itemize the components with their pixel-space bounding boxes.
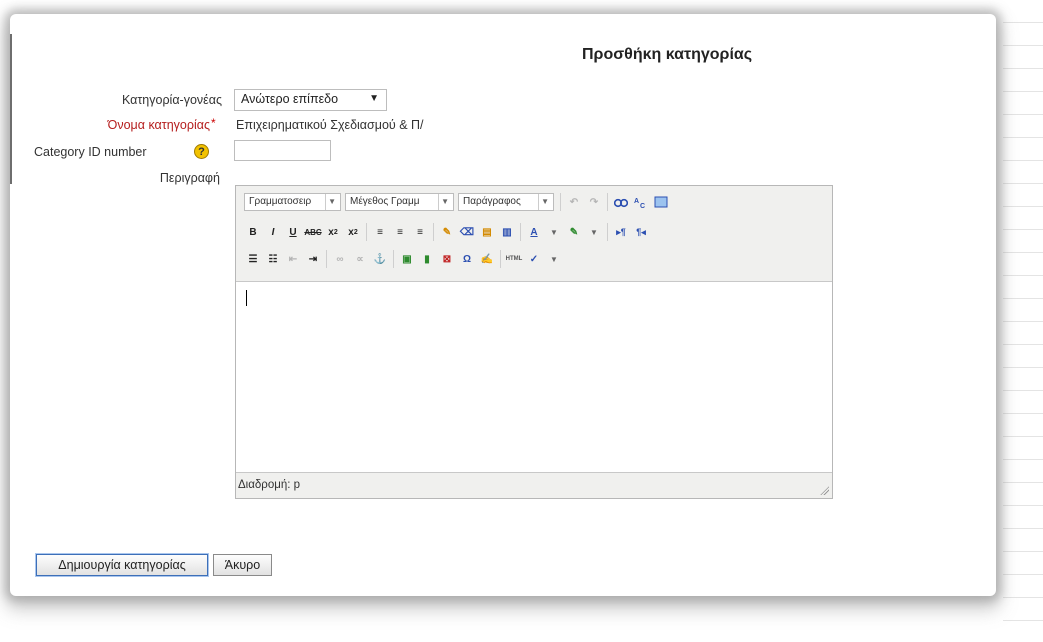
toolbar-separator (366, 223, 367, 241)
toolbar-separator (607, 193, 608, 211)
text-color-icon[interactable]: A (525, 223, 543, 241)
required-marker: * (211, 116, 216, 130)
toolbar-separator (326, 250, 327, 268)
cleanup-icon[interactable]: ✎ (438, 223, 456, 241)
numbered-list-icon[interactable]: ☷ (264, 250, 282, 268)
remove-format-icon[interactable]: ⌫ (458, 223, 476, 241)
font-family-value: Γραμματοσειρ (249, 196, 312, 207)
toolbar-separator (393, 250, 394, 268)
description-label: Περιγραφή (159, 171, 220, 185)
toolbar-separator (607, 223, 608, 241)
align-left-icon[interactable]: ≡ (371, 223, 389, 241)
subscript-icon[interactable]: x2 (324, 223, 342, 241)
toolbar-separator (433, 223, 434, 241)
create-category-button[interactable]: Δημιουργία κατηγορίας (36, 554, 208, 576)
spellcheck-icon[interactable]: ✓ (525, 250, 543, 268)
media-icon[interactable]: ▮ (418, 250, 436, 268)
chevron-down-icon: ▼ (325, 194, 336, 210)
category-idnumber-label: Category ID number (34, 145, 147, 159)
chevron-down-icon[interactable]: ▼ (545, 223, 563, 241)
anchor-icon[interactable]: ⚓ (371, 250, 389, 268)
paste-text-icon[interactable]: ▤ (478, 223, 496, 241)
indent-icon[interactable]: ⇥ (304, 250, 322, 268)
chevron-down-icon: ▼ (438, 194, 449, 210)
parent-category-label: Κατηγορία-γονέας (121, 93, 222, 107)
chevron-down-icon: ▼ (369, 93, 379, 104)
font-size-value: Μέγεθος Γραμμ (350, 196, 420, 207)
resize-grip-icon[interactable] (819, 485, 829, 495)
rich-text-editor: Γραμματοσειρ ▼ Μέγεθος Γραμμ ▼ Παράγραφος ▼… (235, 185, 833, 499)
editor-status-bar: Διαδρομή: p (236, 472, 832, 498)
background-color-icon[interactable]: ✎ (565, 223, 583, 241)
underline-icon[interactable]: U (284, 223, 302, 241)
paste-word-icon[interactable]: ▥ (498, 223, 516, 241)
cancel-button[interactable]: Άκυρο (213, 554, 272, 576)
align-center-icon[interactable]: ≡ (391, 223, 409, 241)
strikethrough-icon[interactable]: ABC (304, 223, 322, 241)
editor-content-area[interactable] (236, 282, 832, 472)
chevron-down-icon[interactable]: ▼ (545, 250, 563, 268)
undo-icon[interactable]: ↶ (565, 193, 583, 211)
text-cursor (246, 290, 247, 306)
ltr-icon[interactable]: ▸¶ (612, 223, 630, 241)
chevron-down-icon[interactable]: ▼ (585, 223, 603, 241)
font-family-select[interactable]: Γραμματοσειρ ▼ (244, 193, 341, 211)
parent-category-select[interactable]: Ανώτερο επίπεδο ▼ (234, 89, 387, 111)
format-select[interactable]: Παράγραφος ▼ (458, 193, 554, 211)
replace-icon[interactable]: AC (632, 193, 650, 211)
editor-toolbar: Γραμματοσειρ ▼ Μέγεθος Γραμμ ▼ Παράγραφος ▼… (236, 186, 832, 282)
redo-icon[interactable]: ↷ (585, 193, 603, 211)
link-icon[interactable]: ∞ (331, 250, 349, 268)
html-source-icon[interactable]: HTML (505, 250, 523, 268)
parent-category-value: Ανώτερο επίπεδο (241, 92, 339, 106)
unlink-icon[interactable]: ∝ (351, 250, 369, 268)
category-name-label: Όνομα κατηγορίας (107, 118, 210, 132)
image-icon[interactable]: ▣ (398, 250, 416, 268)
help-icon[interactable]: ? (194, 144, 209, 159)
toolbar-row-1: Γραμματοσειρ ▼ Μέγεθος Γραμμ ▼ Παράγραφος ▼… (244, 191, 672, 213)
toolbar-separator (560, 193, 561, 211)
fullscreen-icon[interactable] (652, 193, 670, 211)
bold-icon[interactable]: B (244, 223, 262, 241)
nonbreaking-icon[interactable]: ⊠ (438, 250, 456, 268)
category-name-input[interactable]: Επιχειρηματικού Σχεδιασμού & Π/ (236, 118, 424, 132)
italic-icon[interactable]: I (264, 223, 282, 241)
align-right-icon[interactable]: ≡ (411, 223, 429, 241)
superscript-icon[interactable]: x2 (344, 223, 362, 241)
toolbar-separator (500, 250, 501, 268)
emoticon-icon[interactable]: ✍ (478, 250, 496, 268)
rtl-icon[interactable]: ¶◂ (632, 223, 650, 241)
window-left-border (10, 34, 12, 184)
toolbar-separator (520, 223, 521, 241)
svg-text:A: A (634, 198, 639, 205)
font-size-select[interactable]: Μέγεθος Γραμμ ▼ (345, 193, 454, 211)
chevron-down-icon: ▼ (538, 194, 549, 210)
format-value: Παράγραφος (463, 196, 521, 207)
page-title: Προσθήκη κατηγορίας (582, 46, 753, 63)
category-idnumber-input[interactable] (234, 140, 331, 161)
toolbar-row-2: B I U ABC x2 x2 ≡ ≡ ≡ ✎ ⌫ ▤ ▥ A ▼ ✎ ▼ ▸¶… (244, 221, 652, 243)
toolbar-row-3: ☰ ☷ ⇤ ⇥ ∞ ∝ ⚓ ▣ ▮ ⊠ Ω ✍ HTML ✓ ▼ (244, 248, 565, 270)
editor-path: Διαδρομή: p (238, 479, 301, 491)
bullet-list-icon[interactable]: ☰ (244, 250, 262, 268)
special-char-icon[interactable]: Ω (458, 250, 476, 268)
find-icon[interactable] (612, 193, 630, 211)
svg-text:C: C (640, 203, 645, 209)
outdent-icon[interactable]: ⇤ (284, 250, 302, 268)
